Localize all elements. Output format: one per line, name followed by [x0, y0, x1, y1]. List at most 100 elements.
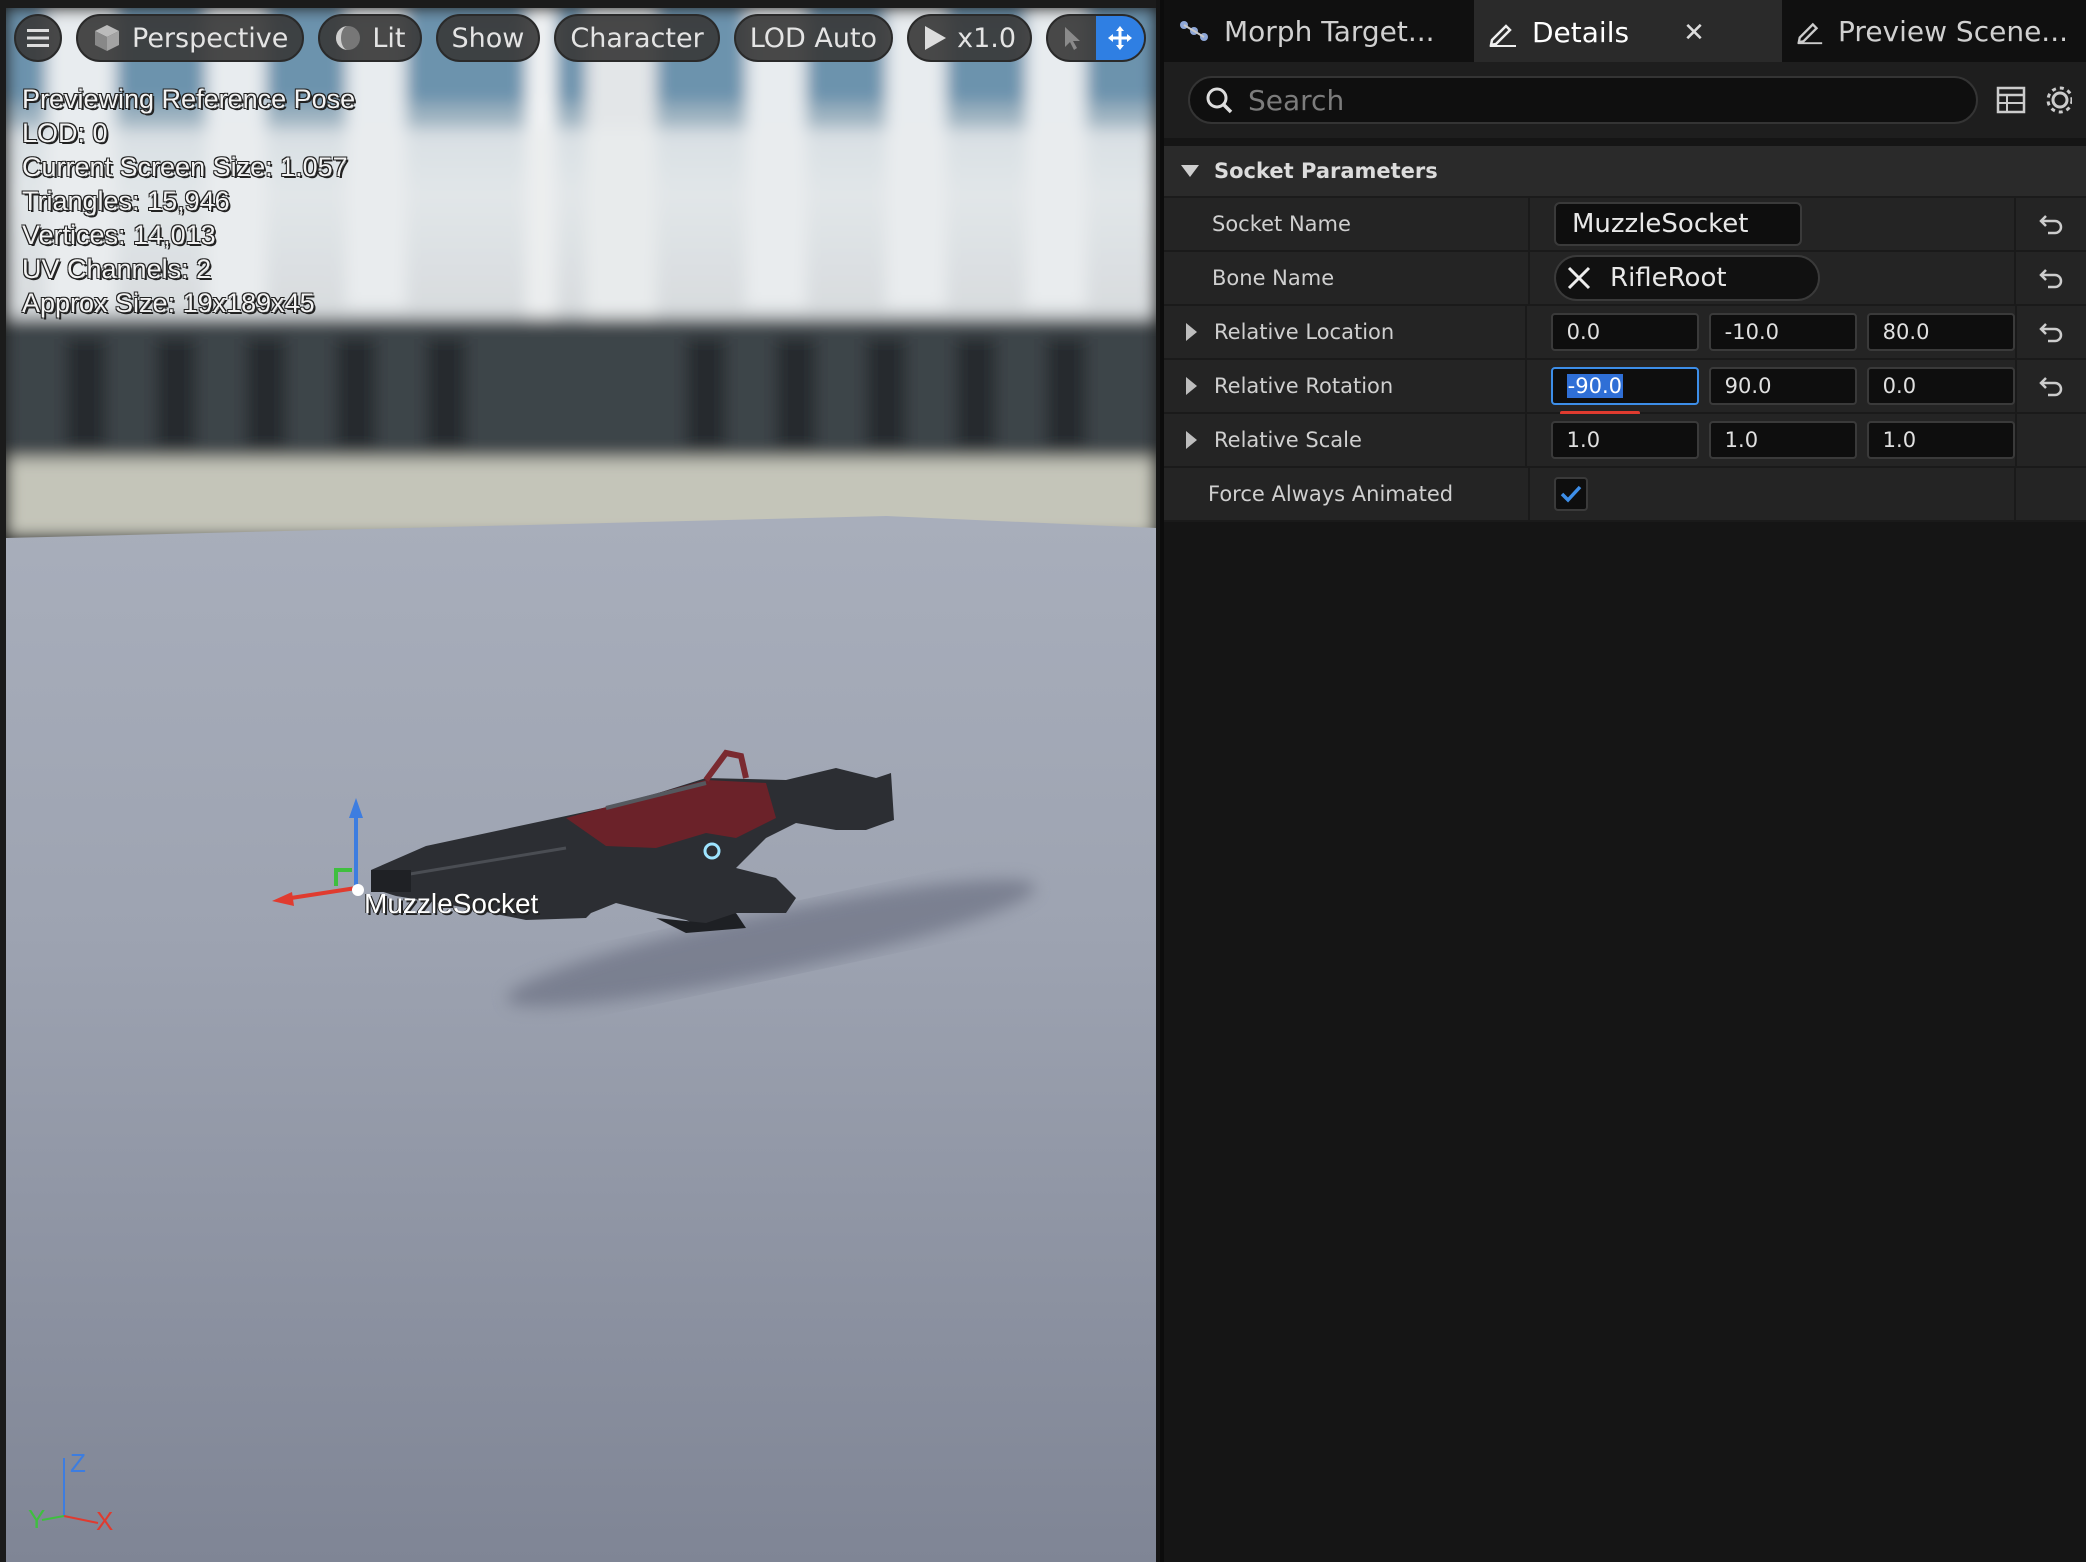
panel-tabs: Morph Target... Details ✕ Preview Scene.… [1164, 0, 2086, 62]
tab-details[interactable]: Details ✕ [1474, 0, 1782, 62]
lod-button[interactable]: LOD Auto [733, 14, 894, 62]
cursor-icon [1065, 27, 1081, 50]
reset-arrow-icon [2039, 323, 2063, 343]
sphere-icon [334, 24, 362, 52]
category-label: Socket Parameters [1214, 159, 1438, 183]
search-row [1164, 62, 2086, 138]
location-x-field[interactable]: 0.0 [1550, 313, 1699, 351]
playback-speed-label: x1.0 [957, 22, 1017, 54]
reset-rotation-button[interactable] [2017, 360, 2086, 412]
scale-z-field[interactable]: 1.0 [1866, 421, 2015, 459]
hamburger-icon [27, 29, 49, 47]
axis-y-label: Y [28, 1504, 46, 1534]
morph-target-icon [1180, 21, 1208, 41]
viewport[interactable]: Z Y X MuzzleSocket Previewing Reference … [0, 0, 1156, 1562]
bone-name-value: RifleRoot [1610, 263, 1727, 293]
chevron-down-icon [1181, 165, 1199, 177]
pencil-icon [1489, 23, 1516, 47]
perspective-label: Perspective [132, 22, 289, 54]
clear-x-icon[interactable] [1566, 265, 1592, 291]
scene-render[interactable]: Z Y X MuzzleSocket Previewing Reference … [6, 8, 1156, 1562]
search-input[interactable] [1248, 83, 1962, 117]
relative-scale-name[interactable]: Relative Scale [1164, 414, 1527, 466]
search-icon [1206, 87, 1233, 114]
scale-x-field[interactable]: 1.0 [1550, 421, 1699, 459]
details-panel: Morph Target... Details ✕ Preview Scene.… [1160, 0, 2086, 1562]
lod-label: LOD Auto [749, 22, 878, 54]
socket-name-row: Socket Name MuzzleSocket [1164, 198, 2086, 252]
search-box[interactable] [1188, 76, 1978, 124]
relative-rotation-row: Relative Rotation -90.0 90.0 0.0 [1164, 360, 2086, 415]
relative-location-row: Relative Location 0.0 -10.0 80.0 [1164, 306, 2086, 360]
lit-label: Lit [372, 22, 406, 54]
relative-scale-values: 1.0 1.0 1.0 [1527, 414, 2017, 466]
relative-rotation-label: Relative Rotation [1214, 374, 1394, 398]
location-y-field[interactable]: -10.0 [1708, 313, 1857, 351]
relative-rotation-values: -90.0 90.0 0.0 [1527, 360, 2017, 412]
socket-label: MuzzleSocket [364, 888, 539, 919]
stat-screen-size: Current Screen Size: 1.057 [22, 152, 348, 182]
close-icon[interactable]: ✕ [1683, 18, 1705, 48]
socket-parameters-category[interactable]: Socket Parameters [1164, 146, 2086, 198]
reset-location-button[interactable] [2017, 306, 2086, 358]
viewport-menu-button[interactable] [14, 14, 62, 62]
playback-speed-button[interactable]: x1.0 [907, 14, 1033, 62]
transform-mode-group [1046, 14, 1147, 62]
character-button[interactable]: Character [554, 14, 720, 62]
bone-name-value-cell: RifleRoot [1530, 252, 2016, 304]
select-mode-button[interactable] [1048, 16, 1096, 60]
axis-z-label: Z [70, 1448, 86, 1478]
stat-lod: LOD: 0 [22, 118, 108, 148]
relative-scale-label: Relative Scale [1214, 428, 1362, 452]
character-label: Character [570, 22, 704, 54]
reset-bone-name-button[interactable] [2016, 252, 2086, 304]
socket-name-field[interactable]: MuzzleSocket [1554, 202, 1802, 246]
perspective-button[interactable]: Perspective [76, 14, 305, 62]
chevron-right-icon[interactable] [1180, 322, 1202, 342]
rotation-x-field[interactable]: -90.0 [1550, 367, 1699, 405]
gear-icon[interactable] [2044, 85, 2072, 115]
scale-y-field[interactable]: 1.0 [1708, 421, 1857, 459]
tab-preview-scene-label: Preview Scene... [1838, 14, 2068, 48]
relative-rotation-name[interactable]: Relative Rotation [1164, 360, 1527, 412]
force-always-animated-checkbox[interactable] [1554, 477, 1588, 511]
rotation-z-field[interactable]: 0.0 [1866, 367, 2015, 405]
bone-name-label: Bone Name [1164, 252, 1530, 304]
tab-morph-targets-label: Morph Target... [1224, 14, 1435, 48]
bone-name-row: Bone Name RifleRoot [1164, 252, 2086, 306]
reset-scale-placeholder [2017, 414, 2086, 466]
tab-details-label: Details [1532, 16, 1630, 49]
rotation-y-field[interactable]: 90.0 [1708, 367, 1857, 405]
location-z-field[interactable]: 80.0 [1866, 313, 2015, 351]
chevron-right-icon[interactable] [1180, 430, 1202, 450]
socket-name-label: Socket Name [1164, 198, 1530, 250]
viewport-stats: Previewing Reference Pose LOD: 0 Current… [22, 82, 355, 320]
force-always-animated-label: Force Always Animated [1164, 468, 1530, 520]
reset-arrow-icon [2039, 215, 2063, 235]
stat-triangles: Triangles: 15,946 [22, 186, 230, 216]
tab-morph-targets[interactable]: Morph Target... [1164, 0, 1474, 62]
show-label: Show [451, 22, 525, 54]
reset-force-animated-placeholder [2016, 468, 2086, 520]
translate-mode-button[interactable] [1096, 16, 1145, 60]
show-button[interactable]: Show [435, 14, 541, 62]
relative-location-label: Relative Location [1214, 320, 1395, 344]
pencil-icon [1797, 22, 1823, 45]
lit-button[interactable]: Lit [318, 14, 422, 62]
move-arrows-icon [1108, 26, 1133, 50]
relative-location-name[interactable]: Relative Location [1164, 306, 1527, 358]
checkmark-icon [1560, 485, 1582, 503]
floor-plane [6, 516, 1156, 1562]
tab-preview-scene[interactable]: Preview Scene... [1782, 0, 2082, 62]
table-view-icon[interactable] [1996, 86, 2026, 114]
axis-x-label: X [96, 1506, 114, 1536]
bone-name-combo[interactable]: RifleRoot [1554, 255, 1820, 301]
stat-vertices: Vertices: 14,013 [22, 220, 216, 250]
stat-approx-size: Approx Size: 19x189x45 [22, 288, 315, 318]
play-icon [923, 25, 947, 51]
stat-uv-channels: UV Channels: 2 [22, 254, 212, 284]
cube-icon [92, 23, 122, 53]
force-always-animated-row: Force Always Animated [1164, 468, 2086, 522]
chevron-right-icon[interactable] [1180, 376, 1202, 396]
reset-socket-name-button[interactable] [2016, 198, 2086, 250]
